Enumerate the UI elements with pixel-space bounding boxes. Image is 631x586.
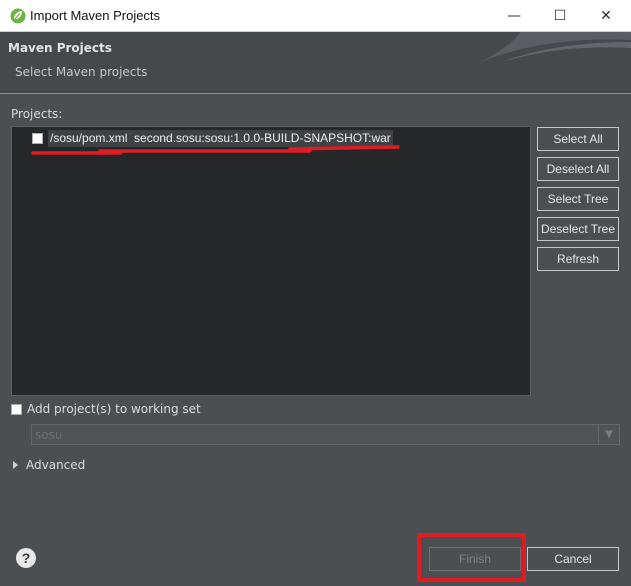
refresh-button[interactable]: Refresh [537, 247, 619, 271]
minimize-button[interactable]: — [491, 0, 537, 32]
red-box-annotation [417, 533, 526, 582]
maximize-button[interactable]: ☐ [537, 0, 583, 32]
wizard-subtitle: Select Maven projects [15, 65, 148, 79]
help-icon[interactable]: ? [16, 548, 36, 568]
select-tree-button[interactable]: Select Tree [537, 187, 619, 211]
chevron-down-icon: ▼ [598, 425, 619, 444]
projects-tree[interactable]: /sosu/pom.xml second.sosu:sosu:1.0.0-BUI… [11, 126, 531, 396]
working-set-checkbox[interactable] [11, 403, 22, 415]
working-set-row[interactable]: Add project(s) to working set [11, 402, 201, 416]
advanced-label[interactable]: Advanced [26, 458, 85, 472]
expand-triangle-icon[interactable] [13, 461, 18, 469]
header-banner-graphic [481, 32, 631, 62]
wizard-title: Maven Projects [8, 41, 112, 55]
deselect-tree-button[interactable]: Deselect Tree [537, 217, 619, 241]
advanced-section[interactable]: Advanced [13, 458, 85, 472]
wizard-header: Maven Projects Select Maven projects [0, 32, 631, 94]
window-title: Import Maven Projects [30, 8, 161, 23]
select-all-button[interactable]: Select All [537, 127, 619, 151]
working-set-value: sosu [35, 428, 63, 442]
cancel-button[interactable]: Cancel [527, 547, 619, 571]
working-set-combo: sosu ▼ [31, 424, 620, 445]
close-button[interactable]: ✕ [583, 0, 629, 32]
window-titlebar: Import Maven Projects — ☐ ✕ [0, 0, 631, 32]
spring-leaf-icon [10, 8, 26, 24]
red-underline-annotation [31, 145, 400, 155]
working-set-label[interactable]: Add project(s) to working set [27, 402, 201, 416]
projects-label: Projects: [11, 107, 63, 121]
project-checkbox[interactable] [32, 132, 43, 144]
deselect-all-button[interactable]: Deselect All [537, 157, 619, 181]
